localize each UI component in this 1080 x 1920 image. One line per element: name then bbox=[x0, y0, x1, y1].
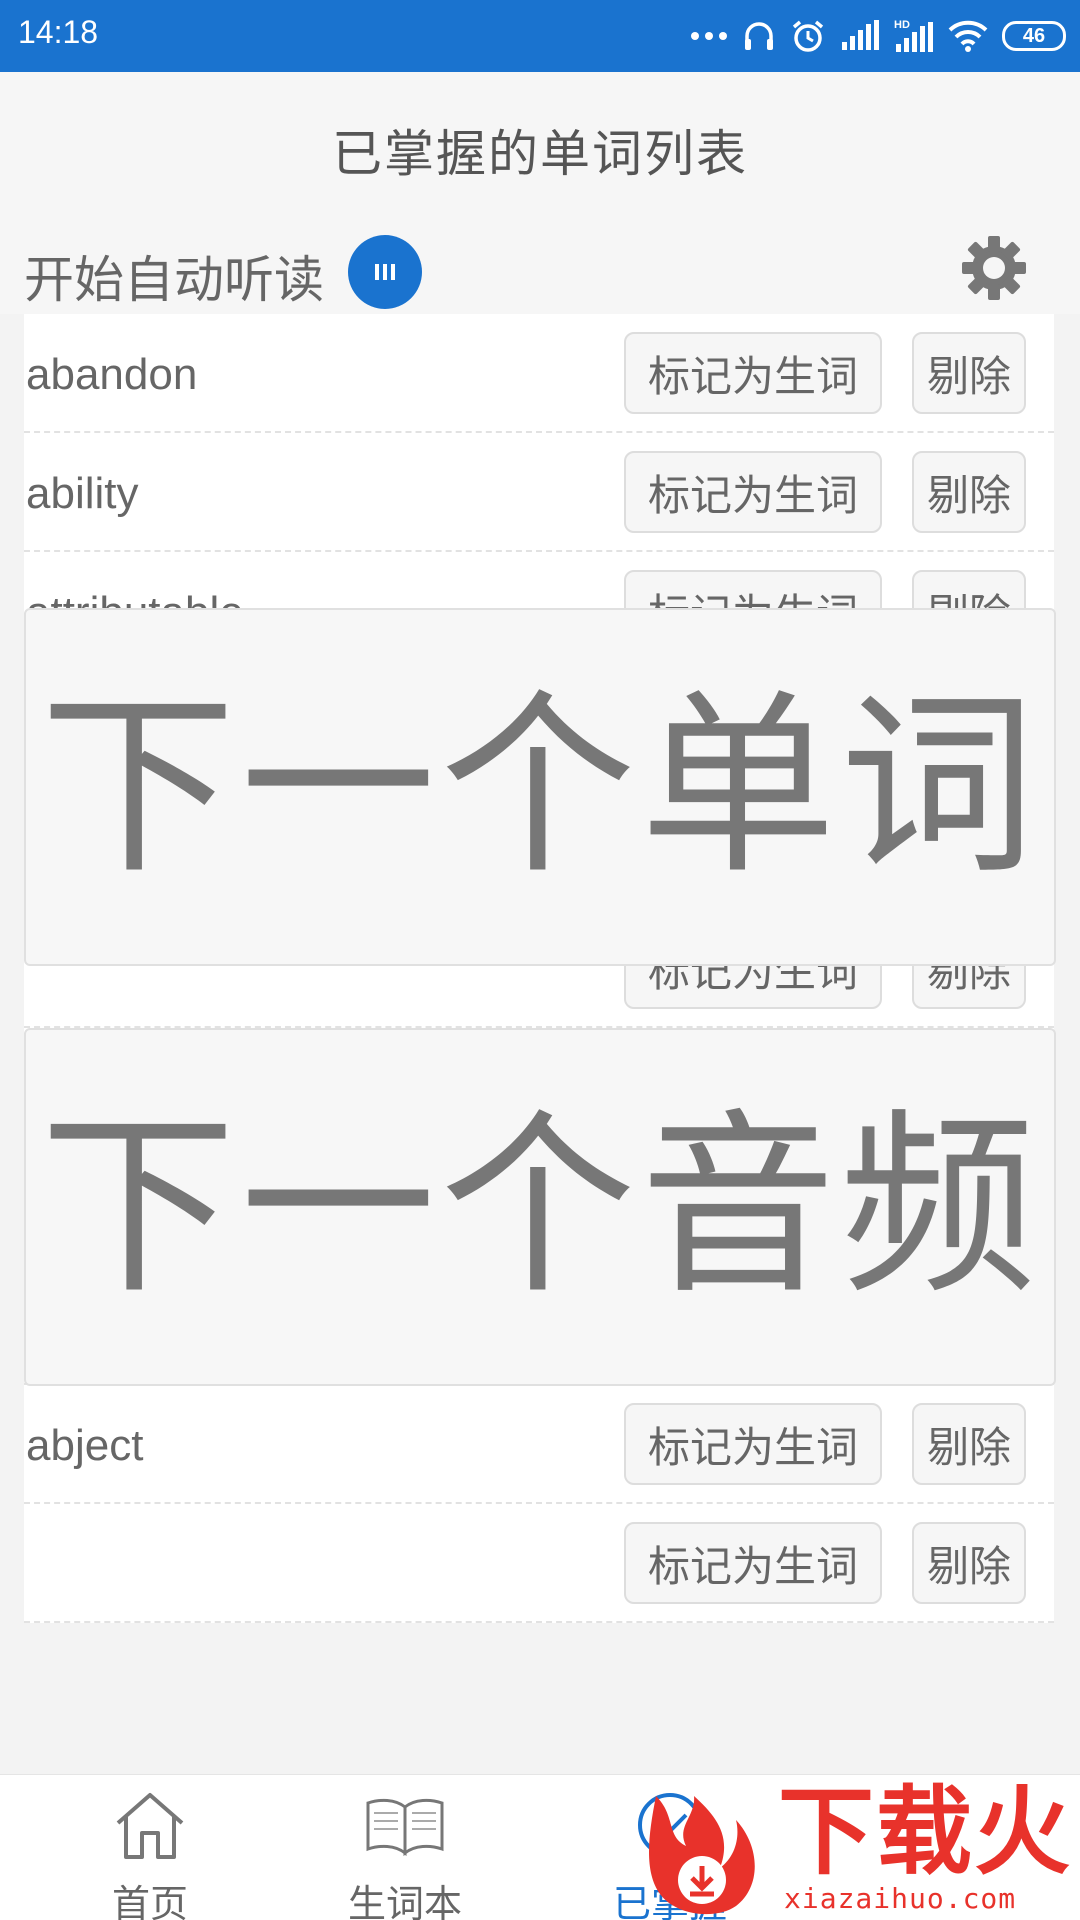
nav-item-home[interactable]: 首页 bbox=[40, 1775, 260, 1920]
home-icon bbox=[116, 1793, 184, 1859]
svg-text:HD: HD bbox=[894, 19, 910, 31]
autoplay-bar: 开始自动听读 bbox=[0, 222, 1080, 314]
next-audio-button[interactable]: 下一个音频 bbox=[24, 1028, 1056, 1386]
word-text: abandon bbox=[26, 350, 198, 399]
list-item: abject 标记为生词 剔除 bbox=[24, 1385, 1054, 1504]
watermark-brand: 下载火 bbox=[778, 1776, 1072, 1888]
alarm-icon bbox=[792, 20, 824, 52]
mark-as-new-word-button[interactable]: 标记为生词 bbox=[624, 1403, 882, 1485]
status-bar: 14:18 HD 46 bbox=[0, 0, 1080, 72]
flame-logo-icon bbox=[649, 1796, 755, 1915]
nav-item-vocabulary[interactable]: 生词本 bbox=[295, 1775, 515, 1920]
signal-icon bbox=[842, 20, 879, 50]
remove-button[interactable]: 剔除 bbox=[912, 1403, 1026, 1485]
status-time: 14:18 bbox=[18, 14, 99, 50]
watermark-url: xiazaihuo.com bbox=[784, 1882, 1017, 1915]
battery-icon: 46 bbox=[1002, 21, 1066, 51]
mark-as-new-word-button[interactable]: 标记为生词 bbox=[624, 332, 882, 414]
watermark: 下载火 xiazaihuo.com bbox=[636, 1776, 1080, 1920]
nav-label: 首页 bbox=[111, 1882, 188, 1920]
next-word-button[interactable]: 下一个单词 bbox=[24, 608, 1056, 966]
word-text: ability bbox=[26, 469, 139, 518]
nav-label: 生词本 bbox=[347, 1882, 462, 1920]
mark-as-new-word-button[interactable]: 标记为生词 bbox=[624, 1522, 882, 1604]
list-item: ability 标记为生词 剔除 bbox=[24, 433, 1054, 552]
book-icon bbox=[366, 1798, 444, 1857]
list-item: abandon 标记为生词 剔除 bbox=[24, 314, 1054, 433]
wifi-icon bbox=[948, 20, 988, 52]
autoplay-label[interactable]: 开始自动听读 bbox=[24, 240, 324, 312]
more-dots-icon bbox=[691, 32, 727, 40]
pause-icon bbox=[375, 264, 395, 280]
page-header: 已掌握的单词列表 bbox=[0, 72, 1080, 222]
pause-button[interactable] bbox=[348, 235, 422, 309]
headphones-icon bbox=[745, 22, 773, 50]
status-icons: HD 46 bbox=[690, 14, 1066, 58]
gear-icon[interactable] bbox=[958, 232, 1030, 304]
page-title: 已掌握的单词列表 bbox=[332, 125, 748, 183]
hd-signal-icon: HD bbox=[894, 19, 933, 52]
word-text: abject bbox=[26, 1421, 144, 1470]
remove-button[interactable]: 剔除 bbox=[912, 451, 1026, 533]
remove-button[interactable]: 剔除 bbox=[912, 332, 1026, 414]
remove-button[interactable]: 剔除 bbox=[912, 1522, 1026, 1604]
battery-level: 46 bbox=[1022, 24, 1046, 47]
mark-as-new-word-button[interactable]: 标记为生词 bbox=[624, 451, 882, 533]
list-item: 标记为生词 剔除 bbox=[24, 1504, 1054, 1623]
